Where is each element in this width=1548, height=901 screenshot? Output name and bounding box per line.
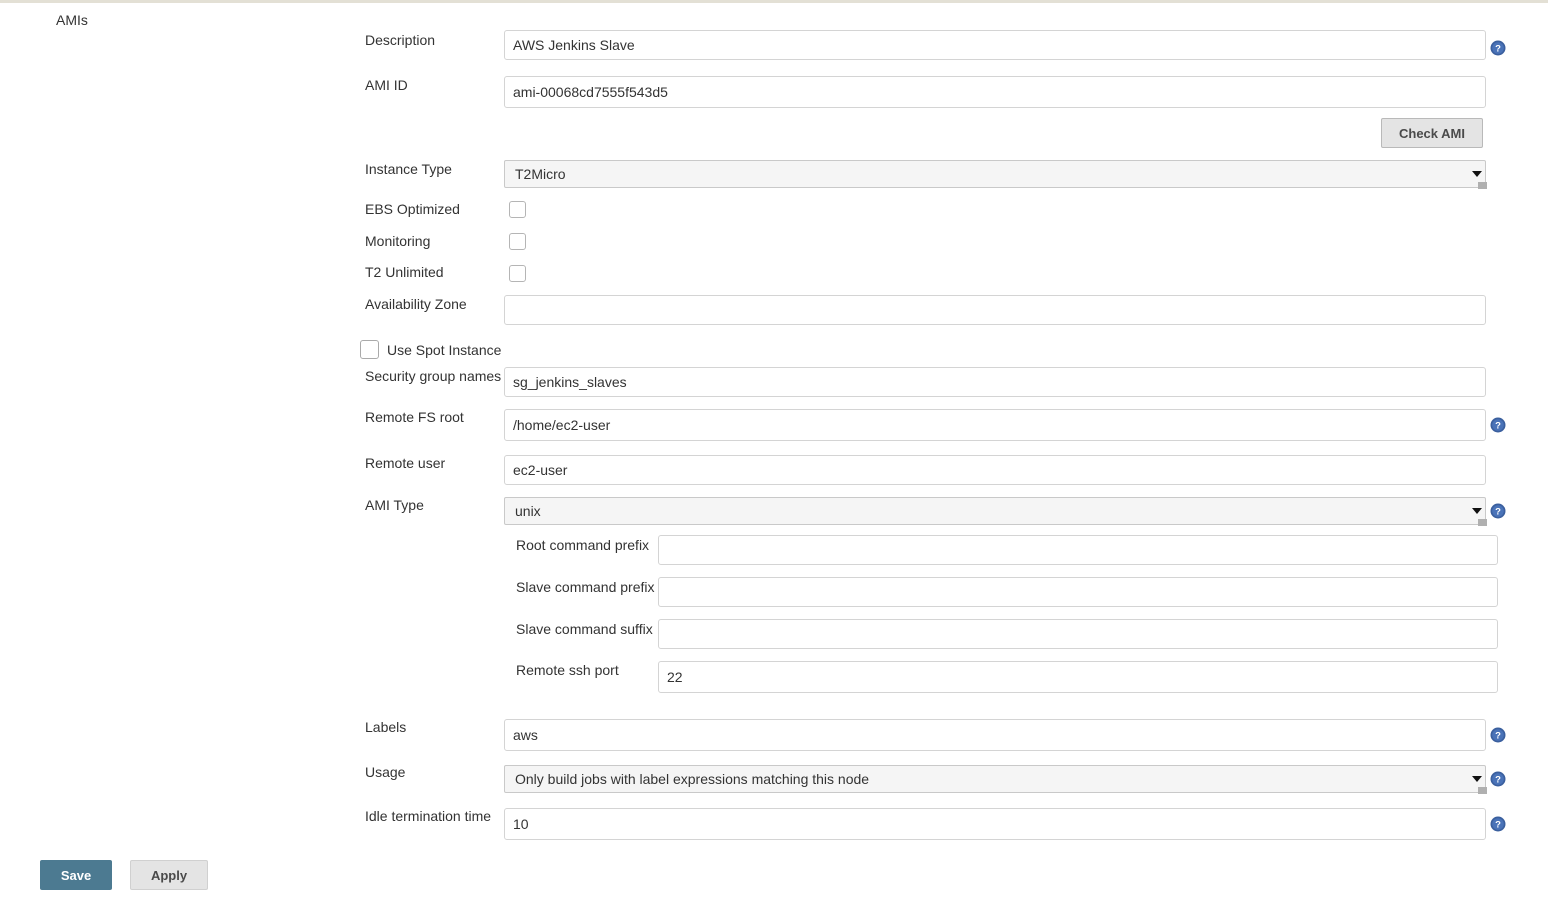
label-monitoring: Monitoring [365,233,430,249]
remote-fs-root-input[interactable] [504,409,1486,441]
help-icon[interactable]: ? [1490,40,1506,56]
svg-text:?: ? [1495,421,1501,432]
idle-termination-time-input[interactable] [504,808,1486,840]
svg-text:?: ? [1495,44,1501,55]
check-ami-button[interactable]: Check AMI [1381,118,1483,148]
t2-unlimited-checkbox[interactable] [509,265,526,282]
instance-type-select[interactable]: T2Micro [504,160,1486,188]
label-ami-id: AMI ID [365,77,408,93]
slave-command-suffix-input[interactable] [658,619,1498,649]
ebs-optimized-checkbox[interactable] [509,201,526,218]
apply-button[interactable]: Apply [130,860,208,890]
availability-zone-input[interactable] [504,295,1486,325]
label-use-spot-instance: Use Spot Instance [387,342,501,358]
ami-type-select[interactable]: unix [504,497,1486,525]
label-availability-zone: Availability Zone [365,296,467,312]
label-instance-type: Instance Type [365,161,452,177]
label-ami-type: AMI Type [365,497,424,513]
slave-command-prefix-input[interactable] [658,577,1498,607]
usage-select[interactable]: Only build jobs with label expressions m… [504,765,1486,793]
labels-input[interactable] [504,719,1486,751]
label-remote-user: Remote user [365,455,445,471]
svg-text:?: ? [1495,775,1501,786]
help-icon[interactable]: ? [1490,503,1506,519]
monitoring-checkbox[interactable] [509,233,526,250]
label-slave-command-prefix: Slave command prefix [516,579,655,595]
help-icon[interactable]: ? [1490,771,1506,787]
label-remote-fs-root: Remote FS root [365,409,464,425]
label-t2-unlimited: T2 Unlimited [365,264,444,280]
help-icon[interactable]: ? [1490,727,1506,743]
remote-user-input[interactable] [504,455,1486,485]
label-idle-termination-time: Idle termination time [365,808,491,824]
top-divider [0,0,1548,3]
label-usage: Usage [365,764,405,780]
remote-ssh-port-input[interactable] [658,661,1498,693]
label-remote-ssh-port: Remote ssh port [516,662,619,678]
label-root-command-prefix: Root command prefix [516,537,649,553]
label-security-group-names: Security group names [365,368,501,384]
root-command-prefix-input[interactable] [658,535,1498,565]
label-labels: Labels [365,719,406,735]
svg-text:?: ? [1495,731,1501,742]
label-description: Description [365,32,435,48]
security-group-names-input[interactable] [504,367,1486,397]
section-title-amis: AMIs [56,12,88,28]
svg-text:?: ? [1495,507,1501,518]
label-slave-command-suffix: Slave command suffix [516,621,653,637]
help-icon[interactable]: ? [1490,816,1506,832]
save-button[interactable]: Save [40,860,112,890]
ami-id-input[interactable] [504,76,1486,108]
help-icon[interactable]: ? [1490,417,1506,433]
svg-text:?: ? [1495,820,1501,831]
label-ebs-optimized: EBS Optimized [365,201,460,217]
description-input[interactable] [504,30,1486,60]
use-spot-instance-checkbox[interactable] [360,340,379,359]
